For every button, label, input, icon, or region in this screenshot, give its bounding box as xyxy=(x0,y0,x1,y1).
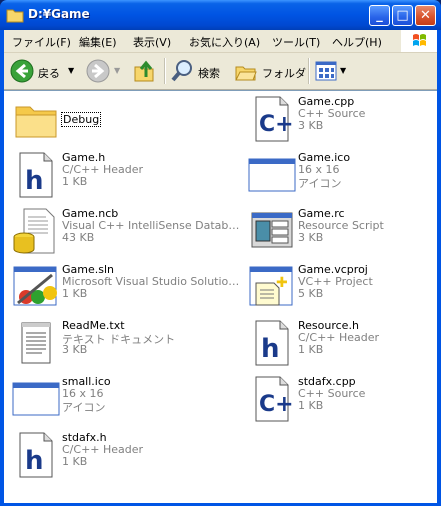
close-button[interactable]: ✕ xyxy=(415,5,436,26)
menu-edit[interactable]: 編集(E) xyxy=(79,34,117,50)
file-type: Microsoft Visual Studio Solution ... xyxy=(62,275,242,288)
minimize-label: _ xyxy=(376,8,383,23)
folder-icon xyxy=(6,9,24,23)
up-folder-button[interactable] xyxy=(132,59,158,83)
file-list: Debug C+ Game.cpp C++ Source 3 KB h Game… xyxy=(4,90,437,503)
svg-text:C+: C+ xyxy=(259,112,294,137)
menu-favorites[interactable]: お気に入り(A) xyxy=(189,34,260,50)
search-label: 検索 xyxy=(198,67,220,80)
maximize-label: □ xyxy=(396,8,409,23)
header-file-icon: h xyxy=(19,432,53,478)
forward-button[interactable]: ▼ xyxy=(86,59,126,83)
menu-file[interactable]: ファイル(F) xyxy=(12,34,71,50)
forward-dropdown-icon[interactable]: ▼ xyxy=(114,66,120,75)
header-file-icon: h xyxy=(19,152,53,198)
file-item-game-vcproj[interactable]: ✚ Game.vcproj VC++ Project 5 KB xyxy=(248,263,441,319)
file-item-game-ico[interactable]: Game.ico 16 x 16 アイコン xyxy=(248,151,441,207)
ico-file-icon xyxy=(12,382,60,416)
file-size: 3 KB xyxy=(298,119,324,132)
file-item-game-h[interactable]: h Game.h C/C++ Header 1 KB xyxy=(12,151,212,207)
back-dropdown-icon[interactable]: ▼ xyxy=(68,66,74,75)
file-item-small-ico[interactable]: small.ico 16 x 16 アイコン xyxy=(12,375,212,431)
back-arrow-icon xyxy=(10,59,34,83)
file-size: 1 KB xyxy=(62,455,88,468)
menu-tools[interactable]: ツール(T) xyxy=(272,34,320,50)
folders-icon xyxy=(235,66,257,81)
file-item-game-sln[interactable]: Game.sln Microsoft Visual Studio Solutio… xyxy=(12,263,242,319)
file-item-readme-txt[interactable]: ReadMe.txt テキスト ドキュメント 3 KB xyxy=(12,319,212,375)
cpp-file-icon: C+ xyxy=(255,96,294,142)
file-type: C/C++ Header xyxy=(62,163,144,176)
title-bar[interactable]: D:¥Game _ □ ✕ xyxy=(0,0,441,30)
folders-label: フォルダ xyxy=(262,67,306,80)
file-size: 1 KB xyxy=(62,287,88,300)
vcproj-file-icon: ✚ xyxy=(249,266,293,306)
cpp-file-icon: C+ xyxy=(255,376,294,422)
header-file-icon: h xyxy=(255,320,289,366)
back-button[interactable]: 戻る ▼ xyxy=(10,59,80,83)
views-icon xyxy=(315,61,337,81)
svg-text:✚: ✚ xyxy=(276,275,288,291)
rc-file-icon xyxy=(251,212,293,248)
search-icon xyxy=(171,60,192,82)
toolbar-separator xyxy=(164,58,166,84)
file-item-resource-h[interactable]: h Resource.h C/C++ Header 1 KB xyxy=(248,319,441,375)
file-size: 5 KB xyxy=(298,287,324,300)
file-item-debug[interactable]: Debug xyxy=(12,95,212,151)
file-type: テキスト ドキュメント xyxy=(62,333,176,346)
views-dropdown-icon[interactable]: ▼ xyxy=(340,66,346,75)
up-folder-icon xyxy=(134,60,154,82)
explorer-window: D:¥Game _ □ ✕ ファイル(F) 編集(E) 表示(V) お気に入り(… xyxy=(0,0,441,506)
svg-text:h: h xyxy=(25,446,44,476)
toolbar: 戻る ▼ ▼ 検索 フォルダ ▼ xyxy=(4,53,437,90)
file-item-game-cpp[interactable]: C+ Game.cpp C++ Source 3 KB xyxy=(248,95,441,151)
menu-help[interactable]: ヘルプ(H) xyxy=(332,34,382,50)
svg-text:C+: C+ xyxy=(259,392,294,417)
file-item-stdafx-h[interactable]: h stdafx.h C/C++ Header 1 KB xyxy=(12,431,212,487)
window-title: D:¥Game xyxy=(28,7,90,21)
ico-file-icon xyxy=(248,158,296,192)
text-file-icon xyxy=(21,322,51,364)
file-size: 1 KB xyxy=(298,399,324,412)
file-size: 3 KB xyxy=(298,231,324,244)
file-size: 43 KB xyxy=(62,231,95,244)
maximize-button[interactable]: □ xyxy=(392,5,413,26)
folder-icon xyxy=(15,106,57,138)
search-button[interactable]: 検索 xyxy=(170,59,228,83)
svg-text:h: h xyxy=(25,166,44,196)
sln-file-icon xyxy=(13,266,57,306)
file-name: Debug xyxy=(60,112,102,127)
minimize-button[interactable]: _ xyxy=(369,5,390,26)
file-item-game-ncb[interactable]: Game.ncb Visual C++ IntelliSense Databas… xyxy=(12,207,242,263)
file-size: アイコン xyxy=(298,177,342,190)
file-type: C/C++ Header xyxy=(62,443,144,456)
menu-bar: ファイル(F) 編集(E) 表示(V) お気に入り(A) ツール(T) ヘルプ(… xyxy=(4,30,437,53)
folders-button[interactable]: フォルダ xyxy=(234,59,306,83)
file-size: 3 KB xyxy=(62,343,88,356)
windows-logo-icon xyxy=(401,30,437,52)
file-item-game-rc[interactable]: Game.rc Resource Script 3 KB xyxy=(248,207,441,263)
file-size: 1 KB xyxy=(62,175,88,188)
file-item-stdafx-cpp[interactable]: C+ stdafx.cpp C++ Source 1 KB xyxy=(248,375,441,431)
toolbar-separator xyxy=(308,58,310,84)
file-size: アイコン xyxy=(62,401,106,414)
svg-text:h: h xyxy=(261,334,280,364)
window-body: ファイル(F) 編集(E) 表示(V) お気に入り(A) ツール(T) ヘルプ(… xyxy=(4,30,437,503)
menu-view[interactable]: 表示(V) xyxy=(133,34,171,50)
close-label: ✕ xyxy=(420,8,431,23)
views-button[interactable]: ▼ xyxy=(314,59,350,83)
file-size: 1 KB xyxy=(298,343,324,356)
forward-arrow-icon xyxy=(86,59,110,83)
ncb-file-icon xyxy=(13,208,55,254)
back-label: 戻る xyxy=(38,67,60,80)
